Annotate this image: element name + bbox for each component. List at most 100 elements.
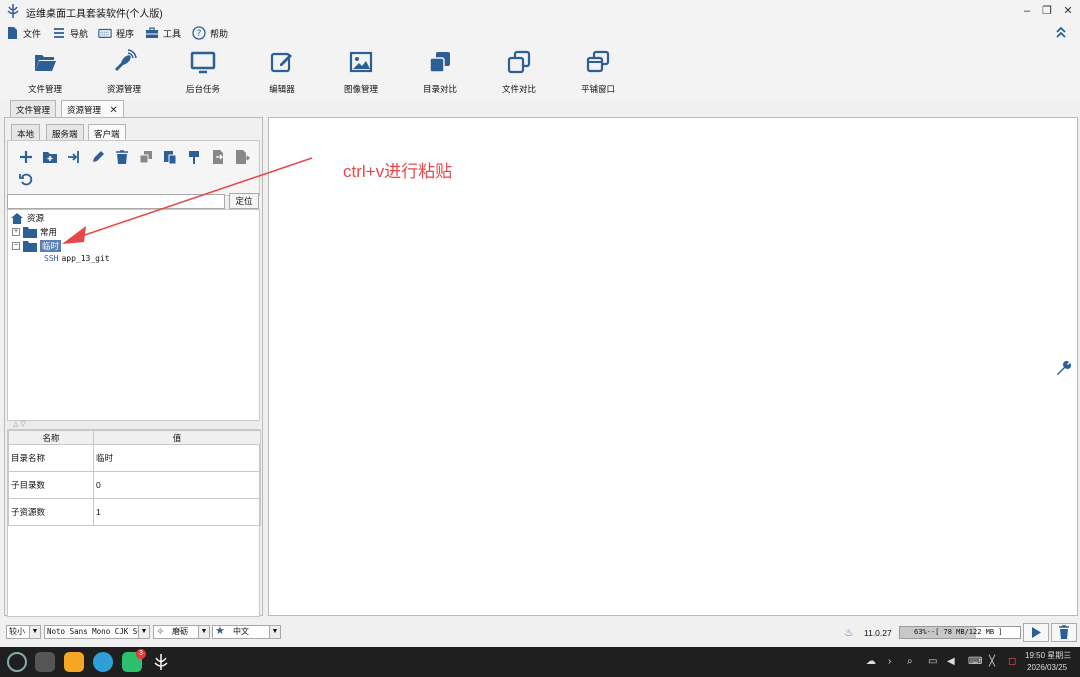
toolbar-tile-windows-label: 平铺窗口 <box>580 84 615 94</box>
toolbar-editor-label: 编辑器 <box>269 84 295 94</box>
memory-text: 63%--[ 78 MB/122 MB ] <box>914 628 1003 636</box>
prop-name: 目录名称 <box>8 444 94 472</box>
java-icon: ♨ <box>844 627 854 639</box>
edit-pencil-icon[interactable] <box>90 149 106 165</box>
resource-tree: 资源 + 常用 − 临时 SSH app_13_git <box>7 209 260 421</box>
restore-button[interactable]: ❐ <box>1040 4 1054 18</box>
size-select[interactable]: 较小 ▼ <box>6 625 41 639</box>
menu-icon <box>54 28 64 38</box>
files-app-icon[interactable] <box>64 652 84 672</box>
add-icon[interactable] <box>18 149 34 165</box>
close-button[interactable]: ✕ <box>1061 4 1075 18</box>
clear-button[interactable] <box>1051 623 1077 642</box>
add-folder-icon[interactable] <box>42 149 58 165</box>
splitter-arrows-icon: △ ▽ <box>13 421 26 428</box>
toolbar-file-manager[interactable]: 文件管理 <box>10 49 80 95</box>
clock-date: 2026/03/25 <box>1027 663 1068 672</box>
prop-name: 子目录数 <box>8 471 94 499</box>
locate-input[interactable] <box>7 194 225 209</box>
folder-open-icon <box>35 55 56 71</box>
toolbar-resource-manager[interactable]: 资源管理 <box>89 49 159 95</box>
tab-resource-manager[interactable]: 资源管理 ✕ <box>61 100 124 117</box>
expand-icon[interactable]: + <box>12 228 20 236</box>
tree-node-common[interactable]: + 常用 <box>12 226 57 238</box>
volume-icon[interactable]: ◀ <box>947 656 955 667</box>
menu-program[interactable]: 程序 <box>98 26 134 40</box>
file-out-icon[interactable] <box>234 149 250 165</box>
toolbar-background-tasks[interactable]: 后台任务 <box>168 49 238 95</box>
toolbar-dir-compare[interactable]: 目录对比 <box>405 49 475 95</box>
browser-icon[interactable] <box>93 652 113 672</box>
subtab-server[interactable]: 服务端 <box>46 124 84 140</box>
toolbar-editor[interactable]: 编辑器 <box>247 49 317 95</box>
folder-icon <box>23 226 37 238</box>
menu-program-label: 程序 <box>116 28 135 39</box>
menu-file[interactable]: 文件 <box>5 26 41 40</box>
column-header-name[interactable]: 名称 <box>8 430 94 445</box>
prop-value: 0 <box>93 471 261 499</box>
menu-nav[interactable]: 导航 <box>52 26 88 40</box>
chevron-down-icon: ▼ <box>138 626 149 638</box>
notification-icon[interactable]: ◻ <box>1008 656 1016 667</box>
play-icon <box>1032 627 1041 638</box>
resource-action-bar <box>7 140 260 196</box>
menu-tools[interactable]: 工具 <box>145 26 181 40</box>
table-row[interactable]: 子目录数 0 <box>8 471 261 499</box>
property-table: 名称 值 目录名称 临时 子目录数 0 子资源数 1 <box>7 429 261 617</box>
main-tabs: 文件管理 资源管理 ✕ <box>0 99 1080 117</box>
menu-help[interactable]: ? 帮助 <box>192 26 228 40</box>
run-gc-button[interactable] <box>1023 623 1049 642</box>
screen-icon[interactable]: ▭ <box>928 656 937 667</box>
table-row[interactable]: 目录名称 临时 <box>8 444 261 472</box>
theme-select[interactable]: ✥ 磨砺 ▼ <box>153 625 210 639</box>
font-select-value: Noto Sans Mono CJK SC <box>47 627 142 636</box>
chevron-right-icon[interactable]: › <box>888 656 891 667</box>
tab-file-manager[interactable]: 文件管理 <box>10 100 57 117</box>
trash-icon <box>1059 625 1069 639</box>
toolbar-tile-windows[interactable]: 平铺窗口 <box>563 49 633 95</box>
tree-root[interactable]: 资源 <box>10 212 44 224</box>
launcher-icon[interactable] <box>7 652 27 672</box>
font-select[interactable]: Noto Sans Mono CJK SC ▼ <box>44 625 150 639</box>
column-header-value[interactable]: 值 <box>93 430 261 445</box>
collapse-icon[interactable]: − <box>12 242 20 250</box>
memory-bar[interactable]: 63%--[ 78 MB/122 MB ] <box>899 626 1021 639</box>
subtab-local[interactable]: 本地 <box>11 124 41 140</box>
export-icon[interactable] <box>210 149 226 165</box>
brush-icon[interactable] <box>186 149 202 165</box>
chat-app-icon[interactable]: 3 <box>122 649 146 672</box>
monitor-icon <box>190 51 216 74</box>
language-select[interactable]: ★ 中文 ▼ <box>212 625 281 639</box>
multitask-icon[interactable] <box>35 652 55 672</box>
search-icon[interactable]: ⌕ <box>907 656 913 667</box>
toolbar-file-compare[interactable]: 文件对比 <box>484 49 554 95</box>
java-version: 11.0.27 <box>864 628 892 638</box>
tree-leaf-ssh[interactable]: SSH app_13_git <box>44 254 110 263</box>
close-tab-icon[interactable]: ✕ <box>109 105 117 116</box>
refresh-icon[interactable] <box>18 171 34 187</box>
locate-button[interactable]: 定位 <box>229 193 259 209</box>
table-row[interactable]: 子资源数 1 <box>8 498 261 526</box>
toolbar-background-tasks-label: 后台任务 <box>185 84 220 94</box>
copy-item-icon[interactable] <box>138 149 154 165</box>
chevron-down-icon: ▼ <box>198 626 209 638</box>
toolbar-image-manager[interactable]: 图像管理 <box>326 49 396 95</box>
panel-splitter[interactable]: △ ▽ <box>7 421 260 429</box>
import-icon[interactable] <box>66 149 82 165</box>
toolbar-dir-compare-label: 目录对比 <box>422 84 457 94</box>
theme-select-value: 磨砺 <box>172 627 188 636</box>
network-icon[interactable]: ╳ <box>989 656 995 667</box>
tree-node-temp[interactable]: − 临时 <box>12 240 62 252</box>
paste-icon[interactable] <box>162 149 178 165</box>
collapse-toolbar-button[interactable] <box>1054 25 1068 39</box>
weather-icon[interactable]: ☁ <box>866 656 876 667</box>
keyboard-icon[interactable]: ⌨ <box>968 656 982 667</box>
delete-icon[interactable] <box>114 149 130 165</box>
stack-icon <box>429 52 450 73</box>
toolbar-image-manager-label: 图像管理 <box>343 84 378 94</box>
minimize-button[interactable]: – <box>1020 4 1034 18</box>
subtab-client[interactable]: 客户端 <box>88 124 126 140</box>
wrench-icon[interactable] <box>1055 360 1071 376</box>
main-toolbar: 文件管理 资源管理 后台任务 编辑器 图像管理 目录对比 文件对比 平铺窗口 <box>0 43 1080 99</box>
current-app-icon[interactable] <box>151 652 171 672</box>
